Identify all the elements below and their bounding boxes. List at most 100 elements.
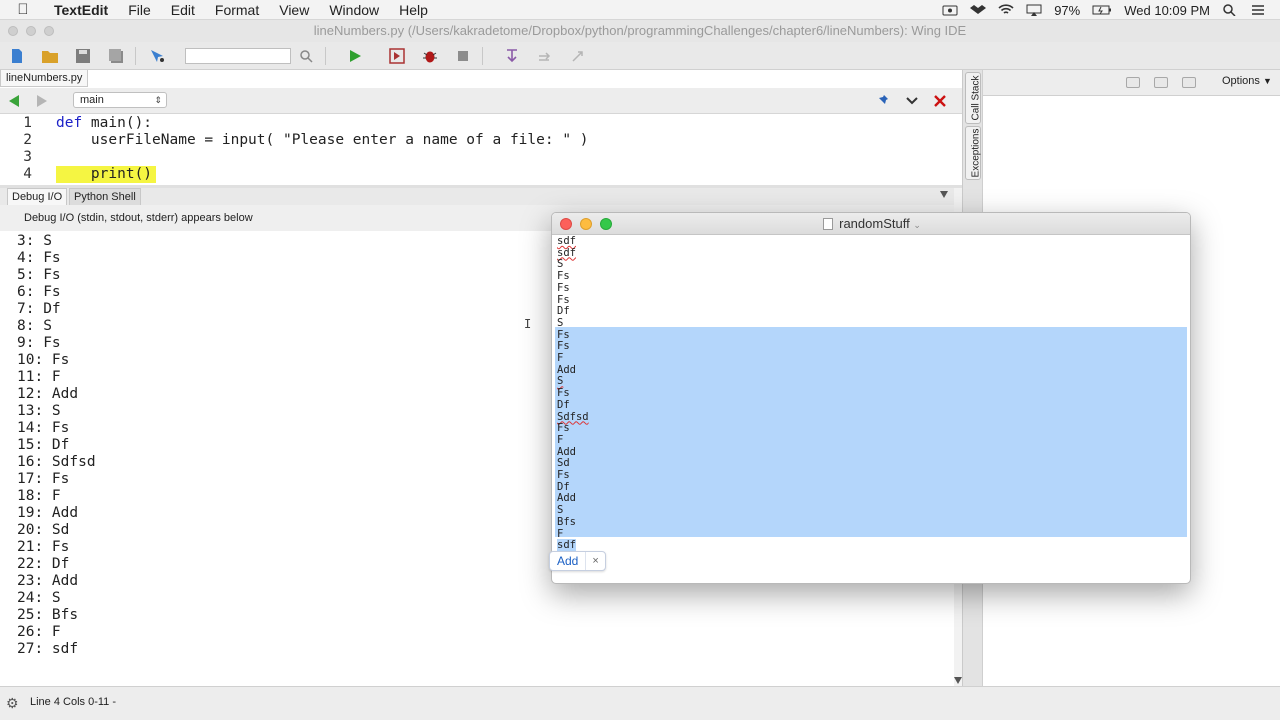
doc-line: Add — [557, 492, 576, 505]
debug-line: 13: S — [17, 403, 61, 419]
doc-line: Fs — [557, 328, 570, 341]
code-line: 2 userFileName = input( "Please enter a … — [0, 132, 950, 149]
tool-options-arrow-icon[interactable] — [940, 191, 948, 198]
debug-line: 7: Df — [17, 301, 61, 317]
side-panel-toolbar: Options ▼ — [983, 70, 1280, 96]
open-file-button[interactable] — [39, 45, 61, 67]
textedit-document[interactable]: sdf sdf S Fs Fs Fs Df S Fs Fs F Add S Fs… — [552, 235, 1190, 583]
doc-line: sdf — [557, 246, 576, 259]
spotlight-search-icon[interactable] — [1222, 4, 1238, 16]
options-menu[interactable]: Options ▼ — [1222, 75, 1272, 87]
play-icon — [350, 49, 361, 62]
debug-line: 24: S — [17, 590, 61, 606]
menu-view[interactable]: View — [269, 0, 319, 20]
forward-arrow-icon[interactable] — [37, 95, 47, 107]
dropbox-icon[interactable] — [970, 4, 987, 16]
document-icon — [823, 218, 834, 230]
options-label: Options — [1222, 75, 1260, 87]
minimize-window-button[interactable] — [26, 26, 36, 36]
menu-edit[interactable]: Edit — [161, 0, 205, 20]
panel-layout-icon[interactable] — [1154, 77, 1168, 88]
dismiss-suggestion-icon[interactable]: × — [586, 555, 604, 567]
wifi-icon[interactable] — [998, 4, 1014, 16]
debug-line: 21: Fs — [17, 539, 70, 555]
debug-line: 9: Fs — [17, 335, 61, 351]
tab-call-stack[interactable]: Call Stack — [965, 72, 982, 124]
status-text: Line 4 Cols 0-11 - — [30, 696, 117, 708]
run-button[interactable] — [344, 45, 366, 67]
zoom-window-button[interactable] — [600, 218, 612, 230]
new-file-icon — [12, 48, 22, 63]
toolbar-search-input[interactable] — [185, 47, 291, 64]
line-number: 2 — [23, 132, 32, 148]
code-editor[interactable]: 1 def main(): 2 userFileName = input( "P… — [0, 115, 962, 185]
title-chevron-icon[interactable]: ⌄ — [913, 220, 921, 230]
save-all-icon — [109, 48, 123, 63]
text-cursor-icon: I — [524, 317, 532, 331]
gear-icon[interactable]: ⚙ — [6, 695, 19, 712]
doc-line: Fs — [557, 281, 570, 294]
menu-format[interactable]: Format — [205, 0, 269, 20]
bug-icon — [423, 51, 437, 62]
scroll-down-arrow-icon[interactable] — [954, 677, 962, 684]
new-file-button[interactable] — [6, 45, 28, 67]
menu-file[interactable]: File — [118, 0, 161, 20]
save-all-button[interactable] — [105, 45, 127, 67]
scope-select[interactable]: main ⇕ — [73, 92, 167, 108]
close-window-button[interactable] — [560, 218, 572, 230]
apple-menu-icon[interactable]:  — [0, 1, 46, 18]
screen-record-icon[interactable] — [942, 4, 958, 16]
stop-icon — [458, 50, 468, 61]
code-text: def main(): — [56, 115, 152, 132]
line-number: 1 — [23, 115, 32, 131]
tab-debug-io[interactable]: Debug I/O — [7, 188, 68, 205]
doc-line: S — [557, 258, 564, 271]
chevron-down-icon[interactable] — [904, 93, 920, 109]
debug-line: 10: Fs — [17, 352, 70, 368]
file-tab[interactable]: lineNumbers.py — [0, 70, 89, 87]
panel-layout-icon[interactable] — [1126, 77, 1140, 88]
battery-icon[interactable] — [1092, 4, 1112, 16]
doc-line: Fs — [557, 422, 570, 435]
toolbar-separator — [135, 46, 136, 65]
notification-center-icon[interactable] — [1250, 4, 1266, 16]
stop-button[interactable] — [452, 45, 474, 67]
doc-line: F — [557, 527, 564, 540]
goto-definition-button[interactable] — [147, 45, 169, 67]
continue-button[interactable] — [567, 45, 589, 67]
tab-exceptions[interactable]: Exceptions — [965, 126, 982, 180]
toolbar-search-button[interactable] — [295, 45, 317, 67]
folder-icon — [42, 50, 58, 63]
airplay-icon[interactable] — [1026, 4, 1042, 16]
close-editor-icon[interactable] — [932, 93, 948, 109]
suggestion-label[interactable]: Add — [550, 552, 587, 570]
textedit-titlebar[interactable]: randomStuff ⌄ — [552, 213, 1190, 235]
debug-line: 14: Fs — [17, 420, 70, 436]
debug-line: 17: Fs — [17, 471, 70, 487]
menu-window[interactable]: Window — [319, 0, 389, 20]
tab-python-shell[interactable]: Python Shell — [69, 188, 141, 205]
textedit-window-controls — [560, 218, 612, 230]
code-text: userFileName = input( "Please enter a na… — [56, 132, 589, 148]
step-over-button[interactable] — [501, 45, 523, 67]
tab-exceptions-label: Exceptions — [970, 128, 982, 178]
close-window-button[interactable] — [8, 26, 18, 36]
pointer-icon — [151, 49, 164, 62]
menu-clock[interactable]: Wed 10:09 PM — [1124, 3, 1210, 18]
menu-app-name[interactable]: TextEdit — [46, 0, 118, 20]
panel-layout-icon[interactable] — [1182, 77, 1196, 88]
code-line: 4 print() — [0, 166, 950, 183]
save-button[interactable] — [72, 45, 94, 67]
pin-icon[interactable] — [876, 93, 892, 109]
step-out-button[interactable] — [534, 45, 556, 67]
minimize-window-button[interactable] — [580, 218, 592, 230]
autocomplete-suggestion[interactable]: Add × — [549, 551, 606, 571]
debug-button[interactable] — [419, 45, 441, 67]
doc-line: Fs — [557, 469, 570, 481]
debug-line: 22: Df — [17, 556, 70, 572]
zoom-window-button[interactable] — [44, 26, 54, 36]
back-arrow-icon[interactable] — [9, 95, 19, 107]
step-into-button[interactable] — [386, 45, 408, 67]
menu-help[interactable]: Help — [389, 0, 438, 20]
step-icon — [389, 47, 405, 64]
